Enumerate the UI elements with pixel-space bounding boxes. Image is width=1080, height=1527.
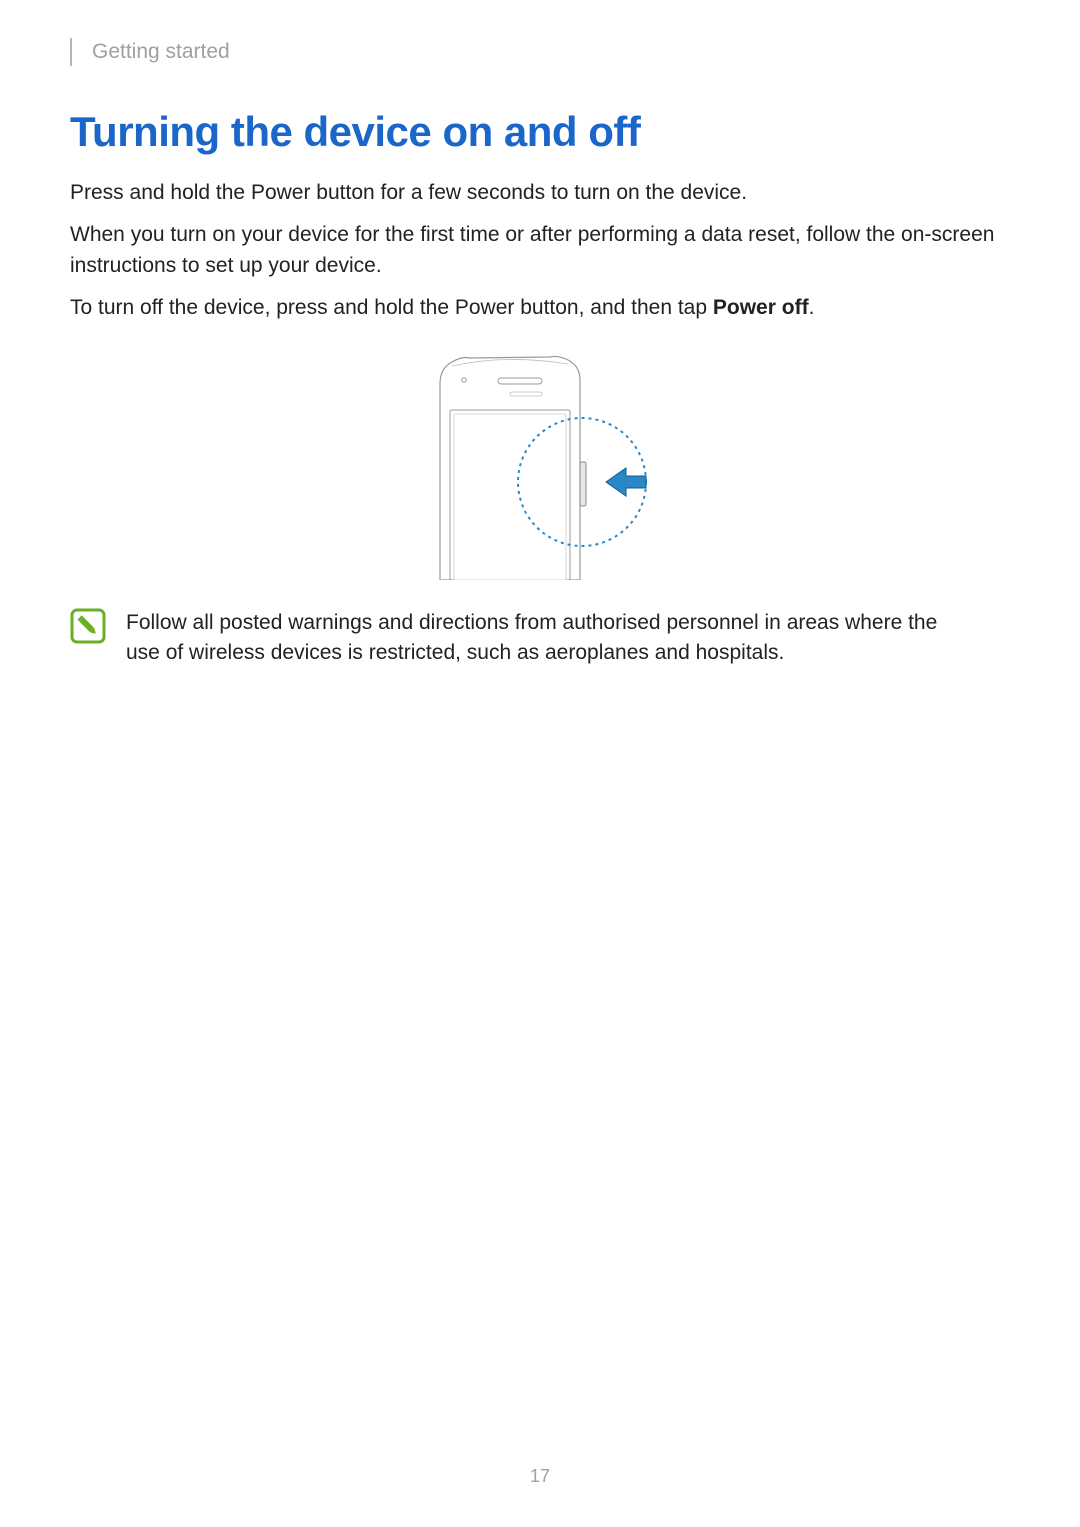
header-divider: [70, 38, 72, 66]
document-page: Getting started Turning the device on an…: [0, 0, 1080, 669]
illustration-container: [70, 350, 1010, 580]
note-pencil-icon: [70, 608, 106, 644]
page-header: Getting started: [70, 38, 1010, 66]
note-text: Follow all posted warnings and direction…: [126, 608, 1010, 669]
press-arrow-icon: [606, 468, 646, 496]
note-callout: Follow all posted warnings and direction…: [70, 608, 1010, 669]
section-label: Getting started: [92, 40, 230, 64]
page-title: Turning the device on and off: [70, 108, 1010, 156]
paragraph-3-post: .: [809, 296, 815, 319]
note-icon: [70, 608, 106, 644]
paragraph-3-bold: Power off: [713, 296, 809, 319]
paragraph-2: When you turn on your device for the fir…: [70, 220, 1010, 281]
phone-power-button-illustration: [410, 350, 670, 580]
paragraph-3: To turn off the device, press and hold t…: [70, 293, 1010, 323]
paragraph-1: Press and hold the Power button for a fe…: [70, 178, 1010, 208]
paragraph-3-pre: To turn off the device, press and hold t…: [70, 296, 713, 319]
page-number: 17: [0, 1466, 1080, 1487]
